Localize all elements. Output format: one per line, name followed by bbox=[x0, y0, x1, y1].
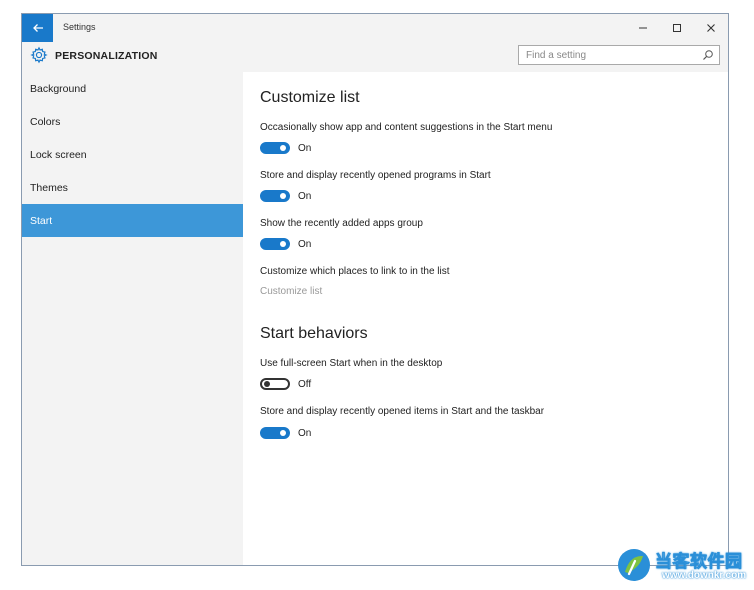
toggle-switch-recent-items[interactable] bbox=[260, 427, 290, 439]
toggle-row-full-screen: Off bbox=[260, 377, 311, 391]
maximize-icon bbox=[673, 24, 681, 32]
toggle-row-recently-added: On bbox=[260, 237, 311, 251]
toggle-state-text: On bbox=[298, 238, 312, 250]
toggle-state-text: On bbox=[298, 427, 312, 439]
toggle-knob bbox=[264, 381, 270, 387]
toggle-row-suggestions: On bbox=[260, 141, 311, 155]
toggle-knob bbox=[280, 430, 286, 436]
close-button[interactable] bbox=[694, 14, 728, 42]
maximize-button[interactable] bbox=[660, 14, 694, 42]
search-input[interactable] bbox=[519, 46, 699, 64]
window-controls bbox=[626, 14, 728, 42]
back-button[interactable] bbox=[22, 14, 53, 42]
customize-list-link[interactable]: Customize list bbox=[260, 286, 322, 297]
setting-label-recent-programs: Store and display recently opened progra… bbox=[260, 170, 491, 181]
sidebar-item-background[interactable]: Background bbox=[22, 72, 243, 105]
toggle-row-recent-items: On bbox=[260, 426, 311, 440]
page-header: PERSONALIZATION bbox=[22, 42, 728, 72]
sidebar-item-lock-screen[interactable]: Lock screen bbox=[22, 138, 243, 171]
sidebar-item-label: Themes bbox=[30, 181, 68, 194]
minimize-icon bbox=[639, 27, 647, 29]
close-icon bbox=[707, 24, 715, 32]
toggle-state-text: Off bbox=[298, 378, 312, 390]
sidebar-item-start[interactable]: Start bbox=[22, 204, 243, 237]
toggle-switch-suggestions[interactable] bbox=[260, 142, 290, 154]
window-title: Settings bbox=[63, 22, 96, 32]
sidebar-item-label: Background bbox=[30, 82, 87, 95]
toggle-state-text: On bbox=[298, 190, 312, 202]
setting-label-places: Customize which places to link to in the… bbox=[260, 266, 450, 277]
sidebar-item-label: Start bbox=[30, 214, 53, 227]
section-title-start-behaviors: Start behaviors bbox=[260, 325, 368, 342]
toggle-switch-recent-programs[interactable] bbox=[260, 190, 290, 202]
minimize-button[interactable] bbox=[626, 14, 660, 42]
title-bar: Settings bbox=[22, 14, 728, 42]
settings-window: Settings PERSONALIZATION Find a setting … bbox=[21, 13, 729, 566]
search-box[interactable] bbox=[518, 45, 720, 65]
setting-label-full-screen: Use full-screen Start when in the deskto… bbox=[260, 358, 443, 369]
setting-label-recently-added: Show the recently added apps group bbox=[260, 218, 423, 229]
search-icon[interactable] bbox=[702, 49, 714, 61]
gear-icon bbox=[30, 46, 48, 64]
toggle-knob bbox=[280, 193, 286, 199]
watermark-name: 当客软件园 bbox=[655, 552, 743, 572]
toggle-switch-full-screen[interactable] bbox=[260, 378, 290, 390]
back-arrow-icon bbox=[32, 24, 43, 32]
watermark: 当客软件园 www.downkr.com bbox=[614, 545, 754, 587]
sidebar-item-label: Colors bbox=[30, 115, 61, 128]
toggle-knob bbox=[280, 241, 286, 247]
watermark-logo-icon bbox=[618, 549, 650, 581]
toggle-knob bbox=[280, 145, 286, 151]
setting-label-recent-items: Store and display recently opened items … bbox=[260, 406, 545, 417]
sidebar-item-themes[interactable]: Themes bbox=[22, 171, 243, 204]
toggle-switch-recently-added[interactable] bbox=[260, 238, 290, 250]
sidebar-item-colors[interactable]: Colors bbox=[22, 105, 243, 138]
toggle-state-text: On bbox=[298, 142, 312, 154]
sidebar-item-label: Lock screen bbox=[30, 148, 87, 161]
page-title: PERSONALIZATION bbox=[55, 50, 158, 62]
watermark-url: www.downkr.com bbox=[662, 570, 747, 581]
sidebar: Background Colors Lock screen Themes Sta… bbox=[22, 72, 243, 565]
toggle-row-recent-programs: On bbox=[260, 189, 311, 203]
section-title-customize-list: Customize list bbox=[260, 89, 360, 106]
setting-label-suggestions: Occasionally show app and content sugges… bbox=[260, 122, 553, 133]
